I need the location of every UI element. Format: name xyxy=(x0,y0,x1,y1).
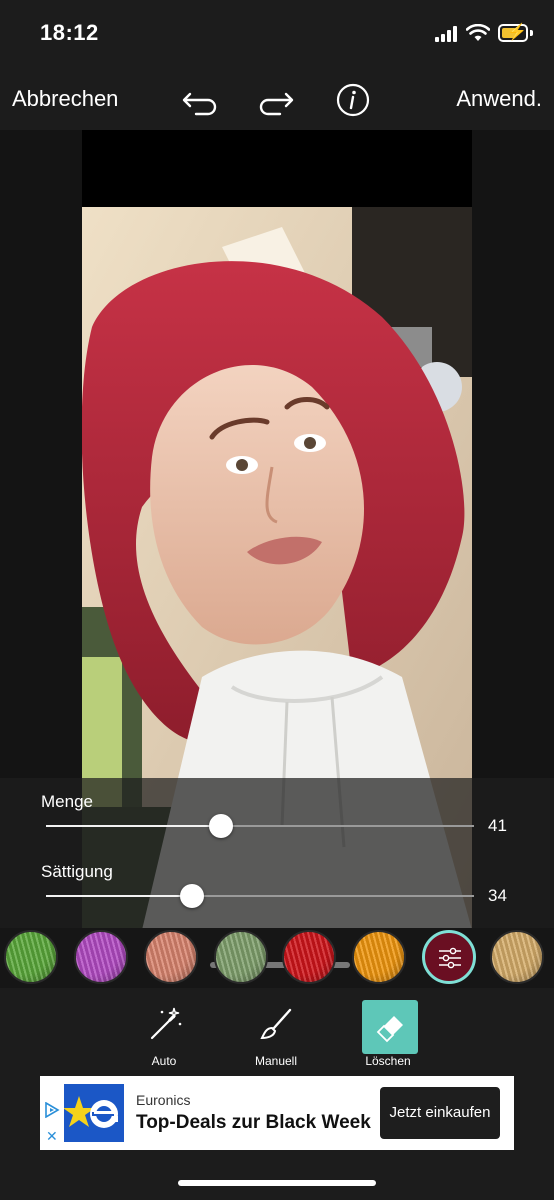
manual-tool-button[interactable]: Manuell xyxy=(240,998,312,1072)
erase-tool-label: Löschen xyxy=(365,1054,411,1068)
redo-icon[interactable] xyxy=(256,80,296,120)
cellular-signal-icon xyxy=(435,26,459,42)
undo-icon[interactable] xyxy=(180,80,220,120)
status-bar: 18:12 ⚡ xyxy=(0,0,554,70)
editor-toolbar: Abbrechen Anwend. xyxy=(0,70,554,130)
ad-logo xyxy=(63,1084,124,1142)
ad-brand: Euronics xyxy=(136,1092,191,1108)
swatch-custom[interactable] xyxy=(422,930,476,984)
adjustment-sliders: Menge 41 Sättigung 34 xyxy=(0,778,554,928)
swatch-green[interactable] xyxy=(4,930,58,984)
apply-button[interactable]: Anwend. xyxy=(456,86,542,112)
amount-slider-fill xyxy=(46,825,222,827)
auto-tool-label: Auto xyxy=(151,1054,177,1068)
swatch-red[interactable] xyxy=(282,930,336,984)
ad-choices-icon[interactable] xyxy=(44,1102,60,1118)
battery-cap xyxy=(530,30,533,36)
manual-tool-label: Manuell xyxy=(254,1054,298,1068)
home-indicator[interactable] xyxy=(178,1180,376,1186)
charging-bolt-icon: ⚡ xyxy=(507,24,527,41)
hair-color-picker xyxy=(0,928,554,988)
tool-bar: Auto Manuell Löschen xyxy=(0,988,554,1076)
swatch-purple[interactable] xyxy=(74,930,128,984)
swatch-blonde[interactable] xyxy=(490,930,544,984)
eraser-icon xyxy=(376,1016,403,1043)
info-icon[interactable] xyxy=(333,80,373,120)
cancel-button[interactable]: Abbrechen xyxy=(12,86,118,112)
brush-icon xyxy=(260,1008,292,1040)
swatch-orange[interactable] xyxy=(352,930,406,984)
amount-slider[interactable] xyxy=(46,814,474,838)
saturation-slider-thumb[interactable] xyxy=(179,884,204,908)
magic-wand-icon xyxy=(150,1007,182,1040)
auto-tool-button[interactable]: Auto xyxy=(128,998,200,1072)
ad-close-icon[interactable]: ✕ xyxy=(46,1128,58,1145)
amount-value: 41 xyxy=(488,816,507,835)
ad-banner[interactable]: ✕ Euronics Top-Deals zur Black Week Jetz… xyxy=(40,1076,514,1150)
saturation-slider-fill xyxy=(46,895,192,897)
saturation-slider[interactable] xyxy=(46,884,474,908)
ad-headline: Top-Deals zur Black Week xyxy=(136,1112,371,1133)
adjust-sliders-icon xyxy=(439,947,461,969)
swatch-peach[interactable] xyxy=(144,930,198,984)
swatch-sage[interactable] xyxy=(214,930,268,984)
amount-label: Menge xyxy=(41,792,93,811)
saturation-value: 34 xyxy=(488,886,507,905)
erase-tool-button[interactable]: Löschen xyxy=(352,998,424,1072)
amount-slider-thumb[interactable] xyxy=(209,814,234,838)
wifi-icon xyxy=(466,24,490,41)
saturation-label: Sättigung xyxy=(41,862,113,881)
ad-cta-button[interactable]: Jetzt einkaufen xyxy=(380,1087,500,1139)
status-time: 18:12 xyxy=(40,20,99,45)
